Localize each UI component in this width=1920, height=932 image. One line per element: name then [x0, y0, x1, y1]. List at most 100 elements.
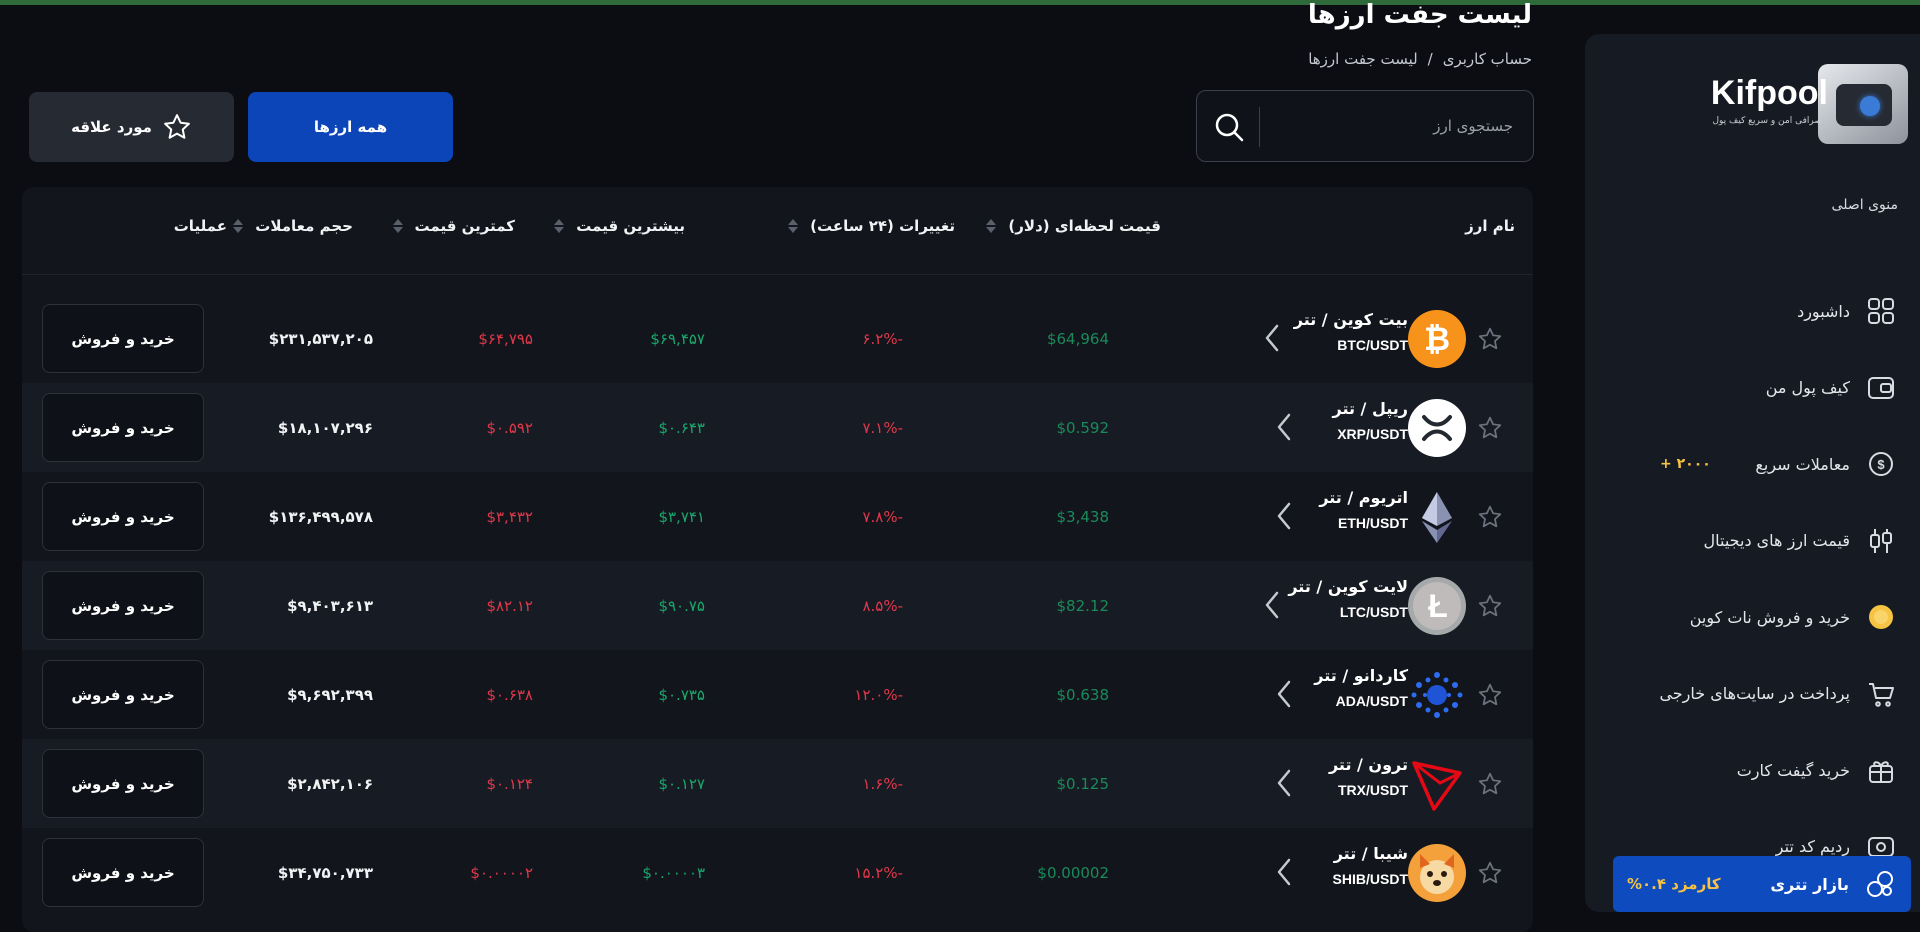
coin-pair-fa: کاردانو / تتر [1314, 666, 1408, 685]
sidebar-item-label: خرید گیفت کارت [1736, 760, 1850, 780]
header-actions-label: عملیات [173, 217, 227, 235]
sidebar-item-crypto-prices[interactable]: قیمت ارز های دیجیتال [1608, 519, 1898, 563]
coin-pair-symbol: ADA/USDT [1335, 693, 1408, 709]
sidebar-item-label: معاملات سریع [1755, 454, 1850, 474]
brand-tagline: صرافی امن و سریع کیف پول [1712, 116, 1822, 126]
volume-cell: $۲۳۱,۵۳۷,۲۰۵ [268, 329, 373, 348]
buy-sell-button[interactable]: خرید و فروش [42, 393, 204, 462]
search-icon[interactable] [1213, 111, 1245, 143]
table-row[interactable]: ترون / تتر TRX/USDT $0.125 ۱.۶%- $۰.۱۲۷ … [22, 739, 1533, 828]
header-volume[interactable]: حجم معاملات [233, 217, 353, 235]
low-cell: $۳,۴۳۲ [486, 507, 533, 526]
price-cell: $0.592 [1056, 418, 1110, 437]
coin-pair-fa: اتریوم / تتر [1319, 488, 1408, 507]
volume-cell: $۹,۴۰۳,۶۱۳ [287, 596, 373, 615]
breadcrumb-separator: / [1427, 50, 1433, 68]
tether-market-icon [1867, 871, 1893, 897]
coin-pair-fa: ریپل / تتر [1332, 399, 1408, 418]
buy-sell-button[interactable]: خرید و فروش [42, 749, 204, 818]
coin-pair-symbol: ETH/USDT [1338, 515, 1408, 531]
low-cell: $۰.۵۹۲ [486, 418, 533, 437]
volume-cell: $۹,۶۹۲,۳۹۹ [287, 685, 373, 704]
pairs-table: نام ارز قیمت لحظه‌ای (دلار) تغییرات (۲۴ … [22, 187, 1533, 932]
tether-market-button[interactable]: بازار تتری کارمزد ۰.۴% [1613, 856, 1911, 912]
price-cell: $0.638 [1056, 685, 1110, 704]
sort-icon [788, 219, 799, 233]
xrp-icon [1408, 399, 1466, 457]
price-cell: $64,964 [1046, 329, 1109, 348]
svg-text:₿: ₿ [1424, 321, 1450, 357]
sidebar-item-dashboard[interactable]: داشبورد [1608, 289, 1898, 333]
coin-pair-symbol: LTC/USDT [1339, 604, 1408, 620]
high-cell: $۳,۷۴۱ [658, 507, 705, 526]
table-row[interactable]: Ł لایت کوین / تتر LTC/USDT $82.12 ۸.۵%- … [22, 561, 1533, 650]
sidebar-item-fast-trade[interactable]: $ معاملات سریع + ۲۰۰۰ [1608, 442, 1898, 486]
header-change-label: تغییرات (۲۴ ساعت) [810, 217, 955, 235]
search-divider [1259, 107, 1260, 147]
sort-icon [986, 219, 997, 233]
table-row[interactable]: کاردانو / تتر ADA/USDT $0.638 ۱۲.۰%- $۰.… [22, 650, 1533, 739]
buy-sell-button[interactable]: خرید و فروش [42, 571, 204, 640]
high-cell: $۰.۰۰۰۰۳ [642, 863, 705, 882]
change-cell: ۸.۵%- [862, 596, 903, 615]
dashboard-icon [1864, 294, 1898, 328]
litecoin-icon: Ł [1408, 577, 1466, 635]
header-change[interactable]: تغییرات (۲۴ ساعت) [788, 217, 955, 235]
price-cell: $0.00002 [1037, 863, 1109, 882]
sidebar-item-wallet[interactable]: کیف پول من [1608, 366, 1898, 410]
coin-name: لایت کوین / تتر LTC/USDT [1288, 577, 1408, 620]
volume-cell: $۱۳۶,۴۹۹,۵۷۸ [268, 507, 373, 526]
coin-name: شیبا / تتر SHIB/USDT [1333, 844, 1408, 887]
table-row[interactable]: ₿ بیت کوین / تتر BTC/USDT $64,964 ۶.۲%- … [22, 294, 1533, 383]
menu-heading: منوی اصلی [1831, 197, 1898, 213]
price-cell: $82.12 [1056, 596, 1110, 615]
svg-text:Ł: Ł [1428, 588, 1448, 624]
sidebar-item-label: خرید و فروش نات کوین [1689, 607, 1850, 627]
table-row[interactable]: اتریوم / تتر ETH/USDT $3,438 ۷.۸%- $۳,۷۴… [22, 472, 1533, 561]
header-name-label: نام ارز [1465, 217, 1515, 235]
search-input[interactable] [1267, 91, 1525, 161]
buy-sell-button[interactable]: خرید و فروش [42, 482, 204, 551]
coin-name: ریپل / تتر XRP/USDT [1332, 399, 1408, 442]
wallet-icon [1864, 371, 1898, 405]
table-row[interactable]: شیبا / تتر SHIB/USDT $0.00002 ۱۵.۲%- $۰.… [22, 828, 1533, 917]
shiba-icon [1408, 844, 1466, 902]
sort-icon [392, 219, 403, 233]
table-row[interactable]: ریپل / تتر XRP/USDT $0.592 ۷.۱%- $۰.۶۴۳ … [22, 383, 1533, 472]
header-low[interactable]: کمترین قیمت [392, 217, 515, 235]
ethereum-icon [1408, 488, 1466, 546]
breadcrumb-account[interactable]: حساب کاربری [1443, 50, 1532, 68]
header-actions: عملیات [174, 217, 227, 235]
breadcrumb: حساب کاربری / لیست جفت ارزها [1308, 50, 1532, 68]
buy-sell-button[interactable]: خرید و فروش [42, 304, 204, 373]
coin-name: کاردانو / تتر ADA/USDT [1314, 666, 1408, 709]
buy-sell-button[interactable]: خرید و فروش [42, 838, 204, 907]
favorites-button[interactable]: مورد علاقه [29, 92, 234, 162]
coin-pair-fa: ترون / تتر [1328, 755, 1408, 774]
tether-fee-badge: کارمزد ۰.۴% [1627, 875, 1721, 893]
notcoin-icon [1864, 600, 1898, 634]
sidebar-item-foreign-payment[interactable]: پرداخت در سایت‌های خارجی [1608, 672, 1898, 716]
change-cell: ۷.۸%- [862, 507, 903, 526]
sidebar-item-label: پرداخت در سایت‌های خارجی [1659, 684, 1850, 703]
sort-icon [554, 219, 565, 233]
coin-pair-symbol: XRP/USDT [1337, 426, 1408, 442]
header-high[interactable]: بیشترین قیمت [554, 217, 685, 235]
volume-cell: $۳۴,۷۵۰,۷۳۳ [277, 863, 373, 882]
sidebar-item-notcoin[interactable]: خرید و فروش نات کوین [1608, 595, 1898, 639]
low-cell: $۸۲.۱۲ [486, 596, 533, 615]
header-price[interactable]: قیمت لحظه‌ای (دلار) [986, 217, 1161, 235]
all-currencies-button[interactable]: همه ارزها [248, 92, 453, 162]
coin-pair-symbol: BTC/USDT [1337, 337, 1408, 353]
buy-sell-button[interactable]: خرید و فروش [42, 660, 204, 729]
tron-icon [1408, 755, 1466, 813]
change-cell: ۱۵.۲%- [854, 863, 903, 882]
top-accent-line [0, 0, 1920, 5]
fast-trade-icon: $ [1864, 447, 1898, 481]
sidebar-item-gift-card[interactable]: خرید گیفت کارت [1608, 748, 1898, 792]
page-title: لیست جفت ارزها [1307, 0, 1532, 30]
cardano-icon [1408, 666, 1466, 724]
sidebar: Kifpool صرافی امن و سریع کیف پول منوی اص… [1585, 34, 1920, 912]
high-cell: $۰.۷۳۵ [658, 685, 705, 704]
brand-logo[interactable] [1818, 64, 1908, 144]
